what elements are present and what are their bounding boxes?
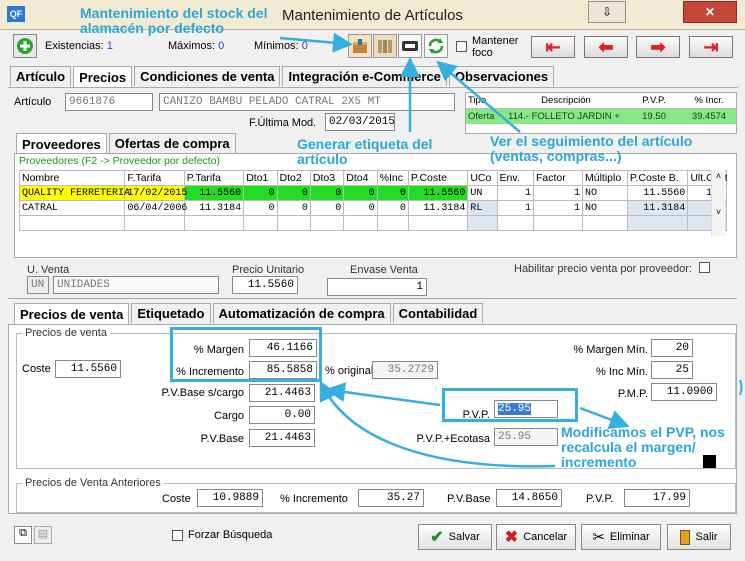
annotation-arrows	[279, 32, 743, 468]
